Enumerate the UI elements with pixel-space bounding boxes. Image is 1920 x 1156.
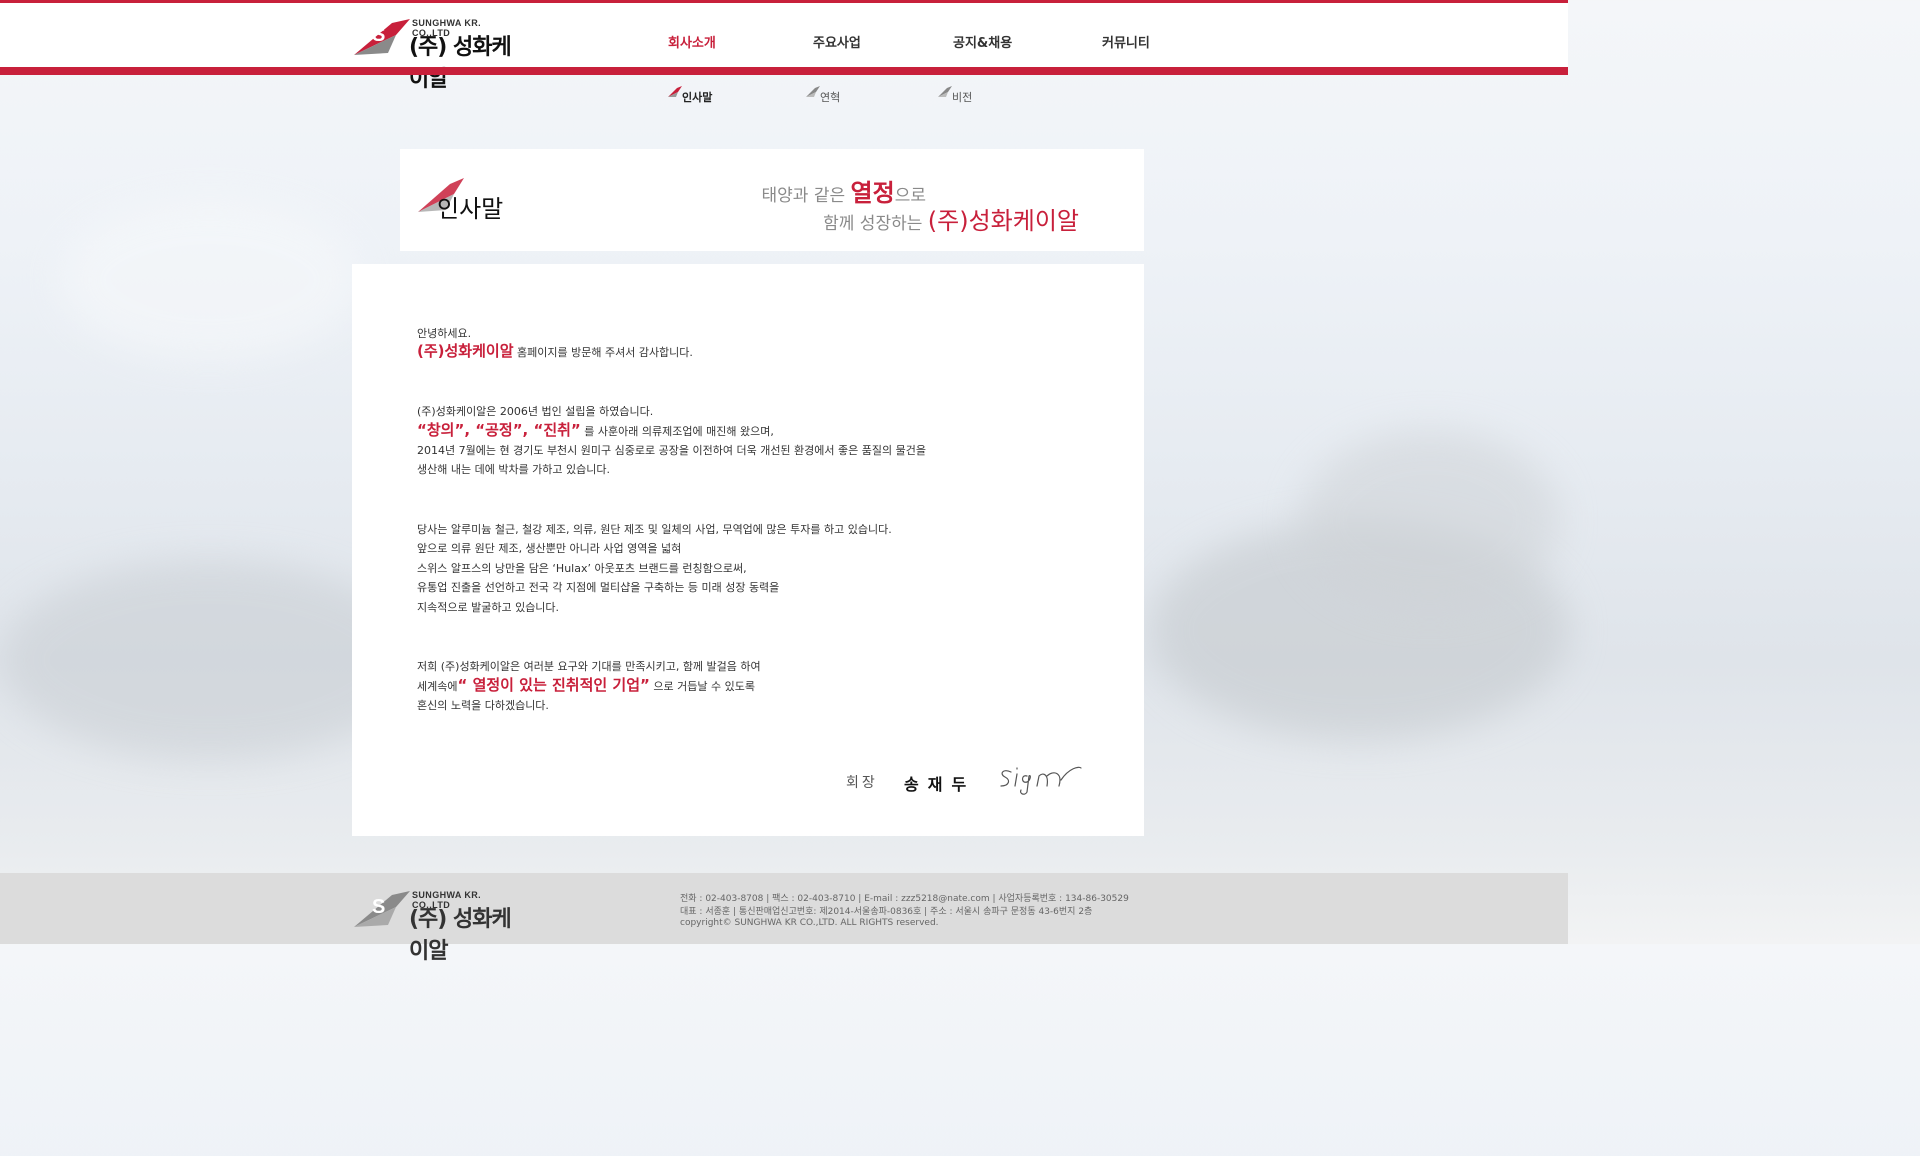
- greeting-line: (주)성화케이알 홈페이지를 방문해 주셔서 감사합니다.: [417, 342, 693, 362]
- subnav-vision-label: 비전: [952, 91, 973, 104]
- svg-text:S: S: [372, 896, 385, 918]
- vision-highlight: “ 열정이 있는 진취적인 기업”: [457, 676, 650, 694]
- greeting-content: 안녕하세요. (주)성화케이알 홈페이지를 방문해 주셔서 감사합니다. (주)…: [352, 264, 1144, 836]
- greeting-text: 으로 거듭날 수 있도록: [649, 680, 755, 693]
- handwritten-signature: [1000, 766, 1082, 795]
- greeting-line: 세계속에“ 열정이 있는 진취적인 기업” 으로 거듭날 수 있도록: [417, 676, 755, 696]
- subnav-greeting[interactable]: 인사말: [668, 86, 713, 105]
- greeting-line: 안녕하세요.: [417, 327, 472, 340]
- subnav-vision[interactable]: 비전: [938, 86, 973, 105]
- flag-icon: [938, 86, 952, 97]
- site-footer: S SUNGHWA KR. CO.,LTD (주) 성화케이알 전화 : 02-…: [0, 873, 1568, 964]
- logo-mark-icon: S: [354, 891, 410, 927]
- footer-company-info: 대표 : 서종훈 | 통신판매업신고번호: 제2014-서울송파-0836호 |…: [680, 907, 1093, 917]
- slogan2-pre: 함께 성장하는: [823, 214, 928, 234]
- logo-korean-name: (주) 성화케이알: [409, 35, 512, 92]
- logo-mark-icon: S: [354, 19, 410, 55]
- footer-logo: S SUNGHWA KR. CO.,LTD (주) 성화케이알: [352, 887, 522, 964]
- background-cloud: [60, 200, 360, 360]
- background-tree: [1300, 430, 1560, 610]
- subnav-history-label: 연혁: [820, 91, 841, 104]
- greeting-line: “창의”, “공정”, “진취” 를 사훈아래 의류제조업에 매진해 왔으며,: [417, 421, 774, 441]
- nav-notice-recruit[interactable]: 공지&채용: [953, 32, 1012, 51]
- signature-title: 회장: [846, 775, 878, 791]
- nav-company-intro[interactable]: 회사소개: [668, 32, 716, 51]
- subnav-history[interactable]: 연혁: [806, 86, 841, 105]
- greeting-line: 지속적으로 발굴하고 있습니다.: [417, 601, 560, 614]
- header-red-bar: [0, 67, 1568, 75]
- slogan-line-2: 함께 성장하는 (주)성화케이알: [823, 201, 1079, 236]
- greeting-line: 저희 (주)성화케이알은 여러분 요구와 기대를 만족시키고, 함께 발걸음 하…: [417, 660, 761, 673]
- greeting-text: 세계속에: [417, 680, 458, 693]
- greeting-line: 유통업 진출을 선언하고 전국 각 지점에 멀티샵을 구축하는 등 미래 성장 …: [417, 581, 780, 594]
- greeting-line: 스위스 알프스의 낭만을 담은 ‘Hulax’ 아웃포츠 브랜드를 런칭함으로써…: [417, 562, 747, 575]
- greeting-line: 혼신의 노력을 다하겠습니다.: [417, 699, 549, 712]
- svg-text:S: S: [372, 24, 385, 46]
- greeting-text: 를 사훈아래 의류제조업에 매진해 왔으며,: [580, 425, 774, 438]
- motto-highlight: “창의”, “공정”, “진취”: [417, 421, 581, 439]
- nav-main-business[interactable]: 주요사업: [813, 32, 861, 51]
- footer-contact-info: 전화 : 02-403-8708 | 팩스 : 02-403-8710 | E-…: [680, 894, 1129, 904]
- page-title-box: 인사말 태양과 같은 열정으로 함께 성장하는 (주)성화케이알: [400, 149, 1144, 251]
- slogan2-highlight: (주)성화케이알: [927, 207, 1079, 235]
- site-header: S SUNGHWA KR. CO.,LTD (주) 성화케이알 회사소개 주요사…: [0, 3, 1568, 92]
- page-title: 인사말: [437, 195, 504, 223]
- footer-copyright: copyright© SUNGHWA KR CO.,LTD. ALL RIGHT…: [680, 918, 939, 928]
- greeting-text: 홈페이지를 방문해 주셔서 감사합니다.: [513, 346, 693, 359]
- greeting-line: 앞으로 의류 원단 제조, 생산뿐만 아니라 사업 영역을 넓혀: [417, 542, 682, 555]
- greeting-line: 생산해 내는 데에 박차를 가하고 있습니다.: [417, 463, 611, 476]
- flag-icon: [668, 86, 682, 97]
- greeting-line: 2014년 7월에는 현 경기도 부천시 원미구 심중로로 공장을 이전하여 더…: [417, 444, 926, 457]
- greeting-line: (주)성화케이알은 2006년 법인 설립을 하였습니다.: [417, 405, 654, 418]
- footer-logo-korean-name: (주) 성화케이알: [409, 907, 512, 964]
- signature-name: 송재두: [904, 775, 976, 794]
- company-name-highlight: (주)성화케이알: [417, 342, 514, 360]
- site-logo[interactable]: S SUNGHWA KR. CO.,LTD (주) 성화케이알: [352, 15, 522, 92]
- greeting-line: 당사는 알루미늄 철근, 철강 제조, 의류, 원단 제조 및 일체의 사업, …: [417, 523, 892, 536]
- subnav-greeting-label: 인사말: [682, 91, 713, 104]
- nav-community[interactable]: 커뮤니티: [1102, 32, 1150, 51]
- flag-icon: [806, 86, 820, 97]
